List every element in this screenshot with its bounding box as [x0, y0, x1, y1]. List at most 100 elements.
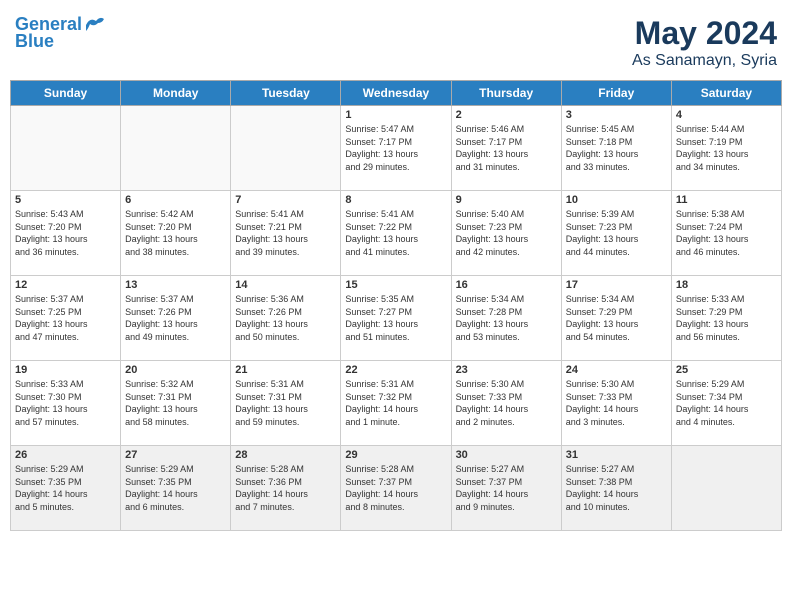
calendar-cell: 1 Sunrise: 5:47 AMSunset: 7:17 PMDaylight… — [341, 106, 451, 191]
day-info: Sunrise: 5:33 AMSunset: 7:30 PMDaylight:… — [15, 378, 116, 428]
day-info: Sunrise: 5:44 AMSunset: 7:19 PMDaylight:… — [676, 123, 777, 173]
calendar-cell: 15Sunrise: 5:35 AMSunset: 7:27 PMDayligh… — [341, 276, 451, 361]
day-info: Sunrise: 5:31 AMSunset: 7:32 PMDaylight:… — [345, 378, 446, 428]
calendar-cell — [121, 106, 231, 191]
day-info: Sunrise: 5:40 AMSunset: 7:23 PMDaylight:… — [456, 208, 557, 258]
day-info: Sunrise: 5:38 AMSunset: 7:24 PMDaylight:… — [676, 208, 777, 258]
day-info: Sunrise: 5:39 AMSunset: 7:23 PMDaylight:… — [566, 208, 667, 258]
day-number: 27 — [125, 449, 226, 461]
weekday-header-tuesday: Tuesday — [231, 81, 341, 106]
day-info: Sunrise: 5:28 AMSunset: 7:37 PMDaylight:… — [345, 463, 446, 513]
calendar-cell: 30 Sunrise: 5:27 AMSunset: 7:37 PMDayligh… — [451, 446, 561, 531]
calendar-cell: 16 Sunrise: 5:34 AMSunset: 7:28 PMDayligh… — [451, 276, 561, 361]
calendar-cell — [11, 106, 121, 191]
calendar-cell: 4Sunrise: 5:44 AMSunset: 7:19 PMDaylight… — [671, 106, 781, 191]
day-info: Sunrise: 5:37 AMSunset: 7:26 PMDaylight:… — [125, 293, 226, 343]
day-info: Sunrise: 5:30 AMSunset: 7:33 PMDaylight:… — [456, 378, 557, 428]
calendar-cell: 25 Sunrise: 5:29 AMSunset: 7:34 PMDayligh… — [671, 361, 781, 446]
weekday-header-saturday: Saturday — [671, 81, 781, 106]
day-info: Sunrise: 5:30 AMSunset: 7:33 PMDaylight:… — [566, 378, 667, 428]
calendar-cell: 12 Sunrise: 5:37 AMSunset: 7:25 PMDayligh… — [11, 276, 121, 361]
logo-bird-icon — [84, 15, 106, 33]
day-number: 24 — [566, 364, 667, 376]
calendar-cell — [671, 446, 781, 531]
calendar-cell: 14 Sunrise: 5:36 AMSunset: 7:26 PMDayligh… — [231, 276, 341, 361]
day-info: Sunrise: 5:37 AMSunset: 7:25 PMDaylight:… — [15, 293, 116, 343]
day-number: 30 — [456, 449, 557, 461]
calendar-cell: 11 Sunrise: 5:38 AMSunset: 7:24 PMDayligh… — [671, 191, 781, 276]
day-number: 29 — [345, 449, 446, 461]
day-number: 19 — [15, 364, 116, 376]
day-number: 7 — [235, 194, 336, 206]
day-number: 16 — [456, 279, 557, 291]
day-number: 22 — [345, 364, 446, 376]
calendar-cell: 3 Sunrise: 5:45 AMSunset: 7:18 PMDaylight… — [561, 106, 671, 191]
day-info: Sunrise: 5:41 AMSunset: 7:22 PMDaylight:… — [345, 208, 446, 258]
day-number: 15 — [345, 279, 446, 291]
calendar-cell: 2 Sunrise: 5:46 AMSunset: 7:17 PMDaylight… — [451, 106, 561, 191]
title-block: May 2024 As Sanamayn, Syria — [632, 15, 777, 70]
calendar-cell: 6 Sunrise: 5:42 AMSunset: 7:20 PMDaylight… — [121, 191, 231, 276]
day-number: 31 — [566, 449, 667, 461]
calendar-cell: 17 Sunrise: 5:34 AMSunset: 7:29 PMDayligh… — [561, 276, 671, 361]
day-info: Sunrise: 5:46 AMSunset: 7:17 PMDaylight:… — [456, 123, 557, 173]
day-number: 17 — [566, 279, 667, 291]
day-number: 2 — [456, 109, 557, 121]
day-info: Sunrise: 5:27 AMSunset: 7:37 PMDaylight:… — [456, 463, 557, 513]
day-info: Sunrise: 5:29 AMSunset: 7:35 PMDaylight:… — [125, 463, 226, 513]
calendar-cell: 10 Sunrise: 5:39 AMSunset: 7:23 PMDayligh… — [561, 191, 671, 276]
weekday-header-thursday: Thursday — [451, 81, 561, 106]
day-info: Sunrise: 5:42 AMSunset: 7:20 PMDaylight:… — [125, 208, 226, 258]
day-number: 18 — [676, 279, 777, 291]
day-info: Sunrise: 5:41 AMSunset: 7:21 PMDaylight:… — [235, 208, 336, 258]
day-number: 26 — [15, 449, 116, 461]
day-number: 9 — [456, 194, 557, 206]
weekday-header-monday: Monday — [121, 81, 231, 106]
day-number: 5 — [15, 194, 116, 206]
day-number: 14 — [235, 279, 336, 291]
day-info: Sunrise: 5:34 AMSunset: 7:28 PMDaylight:… — [456, 293, 557, 343]
day-info: Sunrise: 5:36 AMSunset: 7:26 PMDaylight:… — [235, 293, 336, 343]
calendar-cell: 27 Sunrise: 5:29 AMSunset: 7:35 PMDayligh… — [121, 446, 231, 531]
page-header: General Blue May 2024 As Sanamayn, Syria — [10, 10, 782, 70]
day-info: Sunrise: 5:31 AMSunset: 7:31 PMDaylight:… — [235, 378, 336, 428]
day-number: 25 — [676, 364, 777, 376]
calendar-cell: 24 Sunrise: 5:30 AMSunset: 7:33 PMDayligh… — [561, 361, 671, 446]
day-info: Sunrise: 5:28 AMSunset: 7:36 PMDaylight:… — [235, 463, 336, 513]
day-number: 11 — [676, 194, 777, 206]
logo-blue: Blue — [15, 32, 54, 52]
calendar-cell: 28 Sunrise: 5:28 AMSunset: 7:36 PMDayligh… — [231, 446, 341, 531]
day-info: Sunrise: 5:45 AMSunset: 7:18 PMDaylight:… — [566, 123, 667, 173]
day-info: Sunrise: 5:32 AMSunset: 7:31 PMDaylight:… — [125, 378, 226, 428]
calendar-cell: 9 Sunrise: 5:40 AMSunset: 7:23 PMDaylight… — [451, 191, 561, 276]
calendar-table: SundayMondayTuesdayWednesdayThursdayFrid… — [10, 80, 782, 531]
calendar-cell: 31 Sunrise: 5:27 AMSunset: 7:38 PMDayligh… — [561, 446, 671, 531]
day-number: 1 — [345, 109, 446, 121]
calendar-cell: 26 Sunrise: 5:29 AMSunset: 7:35 PMDayligh… — [11, 446, 121, 531]
calendar-cell: 13 Sunrise: 5:37 AMSunset: 7:26 PMDayligh… — [121, 276, 231, 361]
day-number: 10 — [566, 194, 667, 206]
calendar-cell: 22 Sunrise: 5:31 AMSunset: 7:32 PMDayligh… — [341, 361, 451, 446]
calendar-title: May 2024 — [632, 15, 777, 52]
logo: General Blue — [15, 15, 106, 52]
day-info: Sunrise: 5:29 AMSunset: 7:35 PMDaylight:… — [15, 463, 116, 513]
calendar-cell: 19 Sunrise: 5:33 AMSunset: 7:30 PMDayligh… — [11, 361, 121, 446]
day-info: Sunrise: 5:47 AMSunset: 7:17 PMDaylight:… — [345, 123, 446, 173]
day-info: Sunrise: 5:43 AMSunset: 7:20 PMDaylight:… — [15, 208, 116, 258]
day-number: 12 — [15, 279, 116, 291]
day-number: 13 — [125, 279, 226, 291]
day-info: Sunrise: 5:27 AMSunset: 7:38 PMDaylight:… — [566, 463, 667, 513]
day-number: 20 — [125, 364, 226, 376]
day-number: 21 — [235, 364, 336, 376]
day-number: 6 — [125, 194, 226, 206]
day-number: 28 — [235, 449, 336, 461]
day-info: Sunrise: 5:34 AMSunset: 7:29 PMDaylight:… — [566, 293, 667, 343]
calendar-cell: 18 Sunrise: 5:33 AMSunset: 7:29 PMDayligh… — [671, 276, 781, 361]
calendar-cell: 21 Sunrise: 5:31 AMSunset: 7:31 PMDayligh… — [231, 361, 341, 446]
calendar-cell: 29 Sunrise: 5:28 AMSunset: 7:37 PMDayligh… — [341, 446, 451, 531]
day-info: Sunrise: 5:29 AMSunset: 7:34 PMDaylight:… — [676, 378, 777, 428]
day-number: 23 — [456, 364, 557, 376]
day-number: 3 — [566, 109, 667, 121]
day-number: 8 — [345, 194, 446, 206]
day-info: Sunrise: 5:33 AMSunset: 7:29 PMDaylight:… — [676, 293, 777, 343]
